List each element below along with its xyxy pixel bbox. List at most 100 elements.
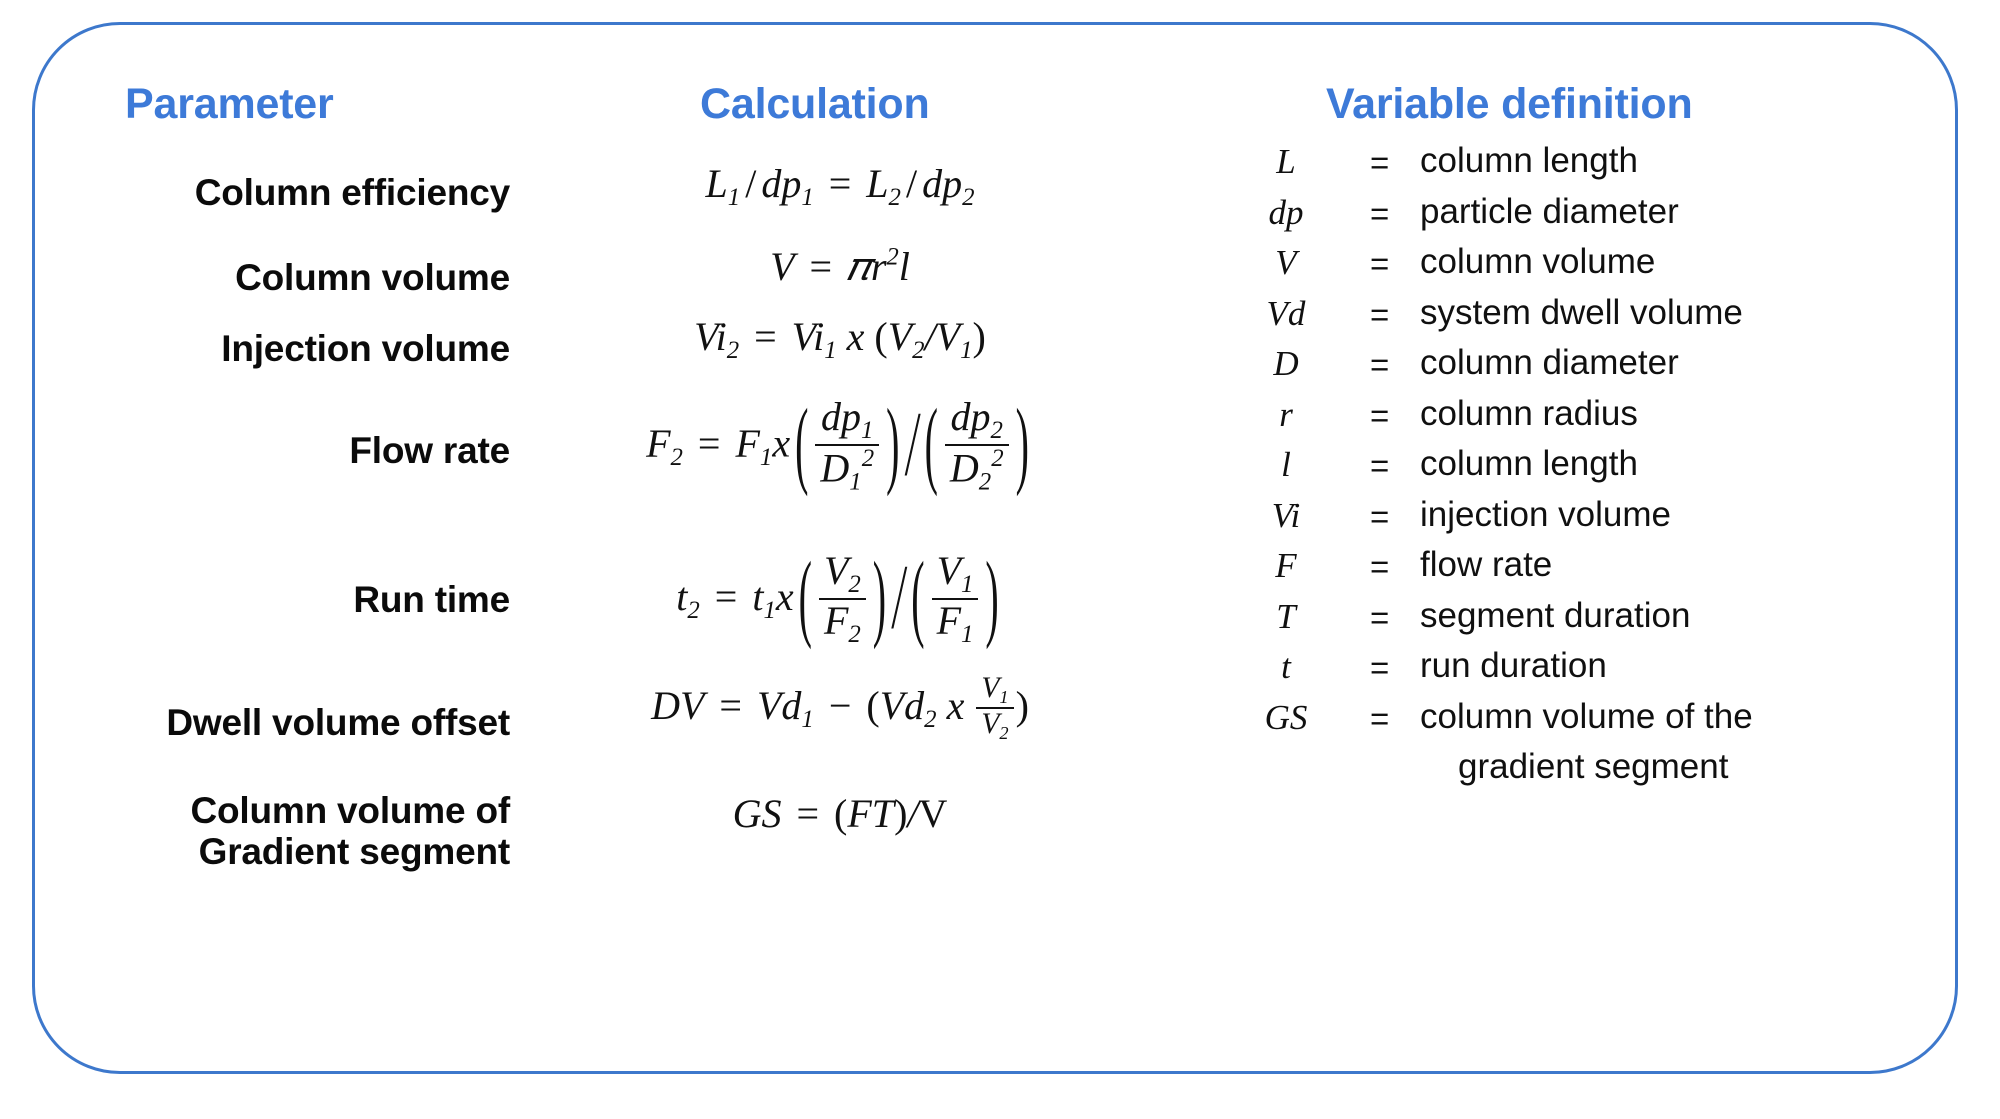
formula-token-DV: DV bbox=[651, 683, 705, 729]
formula-token-rparen-big: ) bbox=[886, 386, 900, 498]
formula-token-lparen-big2: ( bbox=[924, 386, 938, 498]
formula-dwell-volume-offset: DV = Vd1 − (Vd2 x V1 V2) bbox=[530, 672, 1150, 745]
formula-token-equals: = bbox=[709, 683, 752, 729]
variable-symbol: GS bbox=[1264, 697, 1308, 737]
column-header-variable-definition: Variable definition bbox=[1326, 80, 1693, 128]
variable-definition-text: flow rate bbox=[1420, 545, 1553, 584]
formula-token-lparen: ( bbox=[834, 791, 848, 836]
variable-symbol: t bbox=[1281, 647, 1291, 686]
variable-definition-text: column radius bbox=[1420, 393, 1638, 433]
variable-equals-sign: = bbox=[1370, 649, 1390, 686]
formula-token-divide: / bbox=[907, 791, 919, 836]
formula-run-time: t2 = t1x(V2 F2) /(V1 F1) bbox=[530, 540, 1150, 650]
formula-token-divide-big: / bbox=[893, 544, 905, 649]
formula-token-equals: = bbox=[818, 161, 862, 206]
formula-token-Vi2: Vi2 bbox=[694, 314, 740, 364]
formula-token-multiply: x bbox=[772, 420, 791, 466]
column-header-parameter: Parameter bbox=[125, 80, 334, 128]
variable-symbol: Vi bbox=[1271, 495, 1301, 535]
formula-token-equals: = bbox=[744, 314, 787, 359]
formula-token-V: V bbox=[770, 244, 795, 289]
formula-token-multiply: x bbox=[836, 314, 875, 359]
fraction-numerator: V2 bbox=[823, 548, 861, 598]
variable-symbol: r bbox=[1279, 394, 1293, 434]
formula-fraction-dp1-over-D1sq: dp1 D12 bbox=[815, 394, 880, 495]
formula-token-dp1: dp1 bbox=[761, 161, 814, 211]
variable-equals-sign: = bbox=[1370, 346, 1390, 383]
variable-definition-text: segment duration bbox=[1420, 595, 1691, 635]
formula-token-divide: / bbox=[924, 314, 936, 359]
variable-equals-sign: = bbox=[1370, 548, 1390, 585]
variable-equals-sign: = bbox=[1370, 144, 1390, 181]
formula-token-lparen-big: ( bbox=[798, 540, 812, 651]
formula-token-L1: L1 bbox=[705, 161, 741, 211]
variable-definition-text: particle diameter bbox=[1420, 191, 1679, 231]
variable-definition-text: run duration bbox=[1420, 646, 1607, 685]
variable-equals-sign: = bbox=[1370, 497, 1390, 535]
variable-definition-text: system dwell volume bbox=[1420, 292, 1743, 332]
formula-token-rparen: ) bbox=[972, 314, 986, 359]
formula-fraction-dp2-over-D2sq: dp2 D22 bbox=[944, 396, 1009, 495]
formula-fraction-V1-over-V2: V1 V2 bbox=[976, 672, 1014, 743]
formula-token-Vd1: Vd1 bbox=[756, 683, 814, 734]
fraction-numerator: V1 bbox=[936, 548, 974, 598]
formula-token-equals: = bbox=[687, 420, 731, 466]
variable-definition-text: column length bbox=[1420, 141, 1638, 180]
formula-token-lparen: ( bbox=[874, 314, 888, 359]
fraction-numerator: dp1 bbox=[821, 394, 874, 444]
variable-equals-sign: = bbox=[1370, 699, 1390, 737]
formula-flow-rate: F2 = F1x(dp1 D12) /(dp2 D22) bbox=[530, 387, 1150, 497]
formula-token-lparen: ( bbox=[866, 683, 880, 729]
variable-definition-text: column volume bbox=[1420, 242, 1656, 281]
variable-definition-text: column volume of the bbox=[1420, 696, 1753, 736]
fraction-denominator: F2 bbox=[818, 597, 866, 648]
formula-token-equals: = bbox=[786, 791, 830, 836]
variable-equals-sign: = bbox=[1370, 598, 1390, 636]
fraction-denominator: D22 bbox=[944, 443, 1009, 495]
formula-token-multiply: x bbox=[775, 573, 794, 619]
parameter-label-injection-volume: Injection volume bbox=[221, 328, 510, 369]
formula-token-divide: / bbox=[745, 161, 757, 206]
fraction-numerator: V1 bbox=[981, 672, 1009, 707]
variable-definition-text: column length bbox=[1420, 444, 1638, 483]
formula-token-lparen-big: ( bbox=[795, 386, 809, 498]
parameter-label-flow-rate: Flow rate bbox=[349, 430, 510, 471]
parameter-label-run-time: Run time bbox=[353, 579, 510, 620]
formula-token-FT: FT bbox=[847, 791, 895, 836]
formula-token-equals: = bbox=[799, 244, 843, 289]
formula-token-rparen-big: ) bbox=[872, 540, 887, 651]
formula-token-pi-r-squared-l: 𝜋r2l bbox=[847, 243, 910, 289]
formula-token-L2: L2 bbox=[866, 161, 901, 211]
fraction-denominator: F1 bbox=[931, 597, 979, 648]
formula-token-rparen-big2: ) bbox=[1015, 386, 1029, 498]
formula-token-lparen-big2: ( bbox=[911, 540, 925, 651]
variable-definition-text-line2: gradient segment bbox=[1458, 746, 1729, 786]
formula-token-rparen: ) bbox=[1015, 683, 1029, 729]
formula-token-t2: t2 bbox=[676, 573, 700, 624]
parameter-label-dwell-volume-offset: Dwell volume offset bbox=[166, 702, 510, 743]
formula-token-rparen-big2: ) bbox=[985, 540, 999, 651]
formula-token-divide2: / bbox=[905, 161, 918, 206]
formula-injection-volume: Vi2 = Vi1 x (V2/V1) bbox=[530, 313, 1150, 365]
formula-token-F2: F2 bbox=[646, 420, 683, 471]
formula-token-minus: − bbox=[818, 683, 862, 729]
variable-definition-text: injection volume bbox=[1420, 494, 1671, 534]
fraction-denominator: D12 bbox=[815, 443, 880, 495]
formula-fraction-V1-over-F1: V1 F1 bbox=[931, 548, 979, 648]
variable-equals-sign: = bbox=[1370, 447, 1390, 484]
formula-gradient-segment-volume: GS = (FT)/V bbox=[530, 790, 1150, 837]
parameter-label-gradient-segment-volume: Column volume of Gradient segment bbox=[190, 790, 510, 873]
formula-token-GS: GS bbox=[732, 791, 782, 836]
column-header-calculation: Calculation bbox=[700, 80, 930, 128]
formula-token-dp2: dp2 bbox=[922, 161, 975, 211]
formula-token-t1: t1 bbox=[752, 573, 776, 624]
formula-reference-card: Parameter Calculation Variable definitio… bbox=[0, 0, 2000, 1119]
formula-token-Vd2: Vd2 bbox=[879, 683, 937, 734]
parameter-label-column-efficiency: Column efficiency bbox=[194, 172, 510, 213]
variable-symbol: F bbox=[1275, 546, 1297, 585]
variable-symbol: T bbox=[1276, 596, 1296, 636]
formula-fraction-V2-over-F2: V2 F2 bbox=[818, 548, 866, 648]
formula-token-Vi1: Vi1 bbox=[791, 314, 837, 364]
variable-equals-sign: = bbox=[1370, 295, 1390, 333]
formula-token-V: V bbox=[918, 791, 948, 836]
